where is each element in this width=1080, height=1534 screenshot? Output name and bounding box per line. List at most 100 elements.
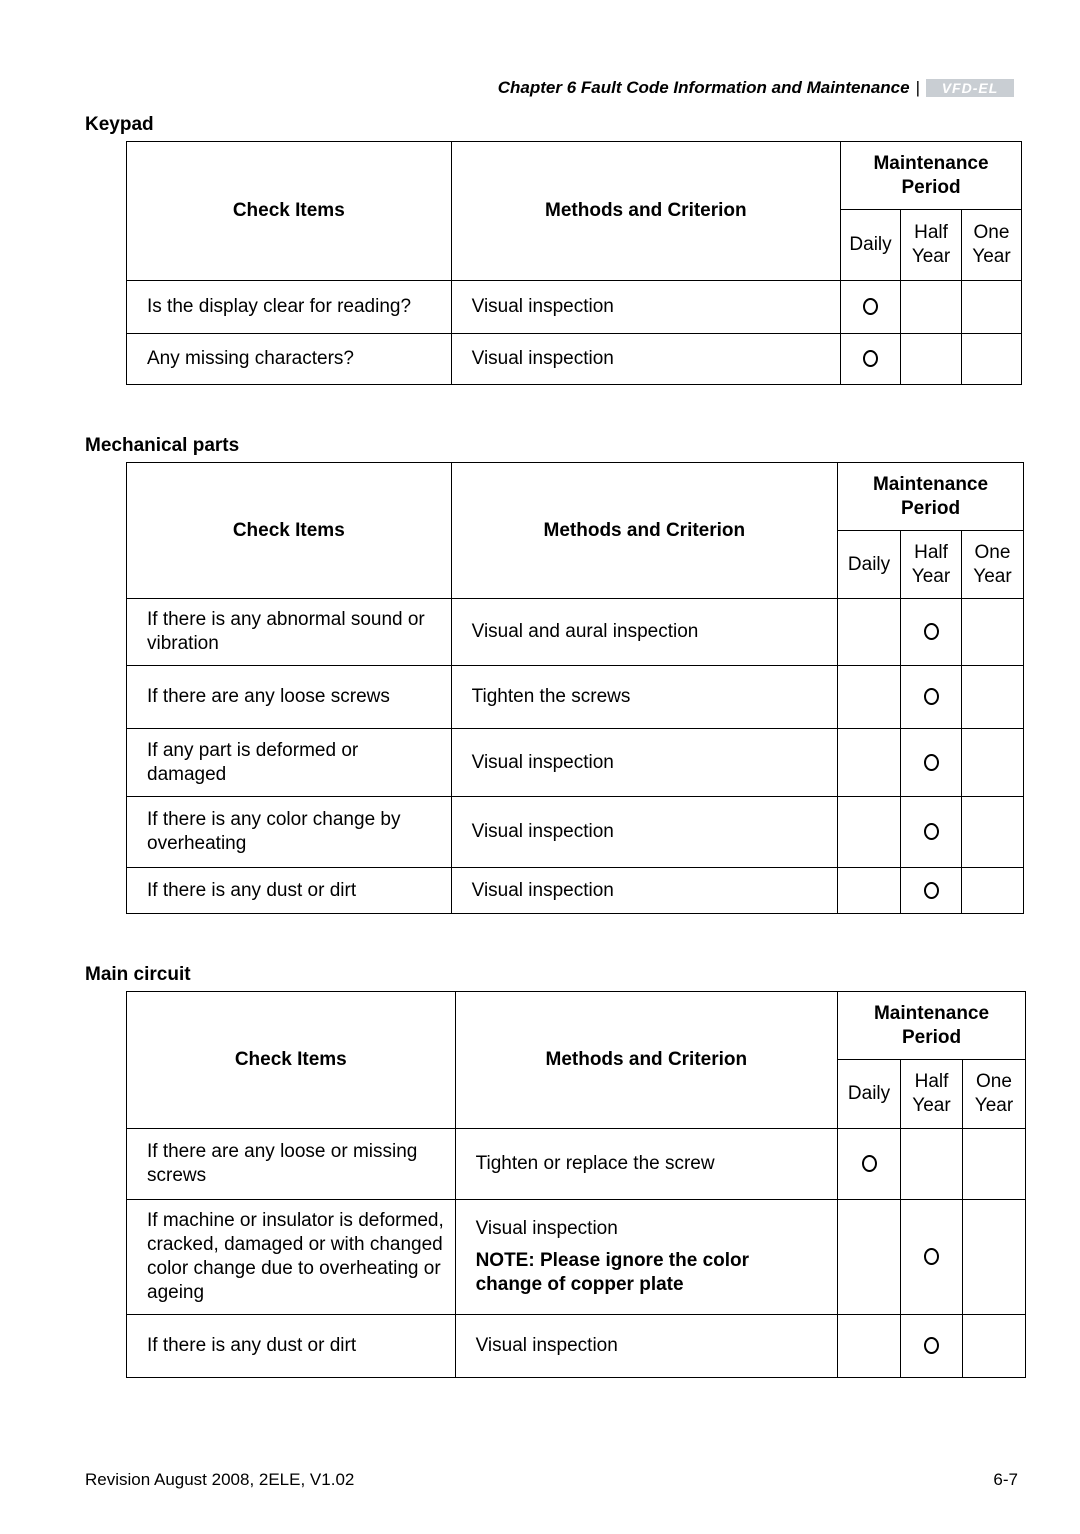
column-header-maintenance-period: Maintenance Period: [837, 462, 1024, 531]
method-text: Tighten the screws: [471, 686, 631, 707]
section-title-mechanical-parts: Mechanical parts: [85, 435, 240, 456]
period-half-year-cell: [900, 1314, 963, 1378]
period-half-year-cell: [900, 1199, 963, 1315]
period-half-year-cell: [900, 333, 962, 385]
period-daily-cell: [840, 280, 902, 334]
section-title-main-circuit: Main circuit: [85, 964, 191, 985]
header-row: Check Items Methods and Criterion Maintena…: [126, 141, 1022, 281]
method-cell: Tighten or replace the screw: [454, 1128, 839, 1200]
period-daily-cell: [840, 333, 902, 385]
period-daily-cell: [837, 1128, 902, 1200]
period-half-year-cell: [900, 1128, 963, 1200]
header-row: Check Items Methods and Criterion Maintena…: [126, 462, 1024, 599]
column-header-methods: Methods and Criterion: [450, 141, 842, 281]
column-header-half-year: Half Year: [900, 209, 962, 281]
column-header-daily: Daily: [840, 209, 902, 281]
header-row: Check Items Methods and Criterion Maintena…: [126, 991, 1026, 1129]
circle-mark-icon: [863, 350, 879, 368]
column-header-methods: Methods and Criterion: [454, 991, 839, 1129]
method-text: Visual inspection: [471, 821, 614, 842]
table-row: If there are any loose screws Tighten the…: [126, 665, 1025, 729]
circle-mark-icon: [924, 1248, 939, 1266]
period-one-year-cell: [960, 728, 1025, 797]
revision-text: Revision August 2008, 2ELE, V1.02: [85, 1470, 355, 1489]
circle-mark-icon: [923, 823, 939, 841]
column-header-one-year: One Year: [961, 1059, 1027, 1129]
period-one-year-cell: [960, 665, 1025, 729]
period-one-year-cell: [961, 1314, 1027, 1378]
method-text: Visual inspection: [471, 751, 614, 773]
vfd-el-logo: VFD-EL: [926, 79, 1014, 97]
period-daily-cell: [837, 1199, 902, 1315]
column-header-maintenance-period: Maintenance Period: [840, 141, 1022, 210]
period-half-year-cell: [900, 598, 962, 666]
header-separator: |: [915, 78, 920, 97]
method-note: NOTE: Please ignore the color change of …: [475, 1250, 750, 1295]
period-one-year-cell: [961, 1128, 1027, 1200]
period-one-year-cell: [961, 333, 1022, 385]
method-text: Visual and aural inspection: [471, 621, 699, 642]
period-one-year-cell: [960, 598, 1025, 666]
column-header-maintenance-period: Maintenance Period: [837, 991, 1026, 1060]
check-item: If there is any color change by overheat…: [126, 796, 452, 868]
table-row: If there is any color change by overheat…: [126, 796, 1025, 868]
column-header-check-items: Check Items: [126, 462, 452, 599]
period-daily-cell: [837, 1314, 902, 1378]
method-cell: Tighten the screws: [450, 665, 839, 729]
circle-mark-icon: [861, 1155, 877, 1173]
check-item: If there is any dust or dirt: [126, 867, 452, 914]
method-cell: Visual inspection: [450, 280, 842, 334]
keypad-table: Check Items Methods and Criterion Maintena…: [126, 141, 1022, 385]
chapter-title: Chapter 6 Fault Code Information and Mai…: [497, 78, 910, 97]
mechanical-parts-table: Check Items Methods and Criterion Maintena…: [126, 462, 1025, 914]
method-cell: Visual inspection: [454, 1314, 839, 1378]
check-item: If there are any loose screws: [126, 665, 452, 729]
circle-mark-icon: [923, 753, 939, 771]
table-row: If any part is deformed or damaged Visual…: [126, 728, 1025, 797]
method-cell: Visual inspection NOTE: Please ignore the…: [454, 1199, 839, 1315]
circle-mark-icon: [863, 298, 879, 316]
check-item: If any part is deformed or damaged: [126, 728, 452, 797]
check-item: Is the display clear for reading?: [126, 280, 452, 334]
check-item: Any missing characters?: [126, 333, 452, 385]
period-half-year-cell: [900, 280, 962, 334]
method-cell: Visual inspection: [450, 333, 842, 385]
column-header-check-items: Check Items: [126, 991, 456, 1129]
period-one-year-cell: [961, 280, 1022, 334]
table-row: If there is any abnormal sound or vibrat…: [126, 598, 1025, 666]
period-half-year-cell: [900, 728, 962, 797]
method-text: Visual inspection: [475, 1335, 618, 1356]
section-title-keypad: Keypad: [85, 114, 154, 135]
table-row: If there is any dust or dirt Visual inspe…: [126, 867, 1025, 914]
table-row: If there is any dust or dirt Visual inspe…: [126, 1314, 1027, 1378]
circle-mark-icon: [923, 881, 939, 899]
method-cell: Visual and aural inspection: [450, 598, 839, 666]
table-row: Any missing characters? Visual inspection: [126, 333, 1022, 385]
period-one-year-cell: [960, 867, 1025, 914]
period-one-year-cell: [961, 1199, 1027, 1315]
column-header-one-year: One Year: [961, 209, 1022, 281]
check-item: If there are any loose or missing screws: [126, 1128, 456, 1200]
column-header-daily: Daily: [837, 530, 902, 599]
period-one-year-cell: [960, 796, 1025, 868]
column-header-check-items: Check Items: [126, 141, 452, 281]
period-half-year-cell: [900, 665, 962, 729]
method-text: Visual inspection: [475, 1218, 618, 1239]
table-row: Is the display clear for reading? Visual …: [126, 280, 1022, 334]
method-text: Tighten or replace the screw: [475, 1153, 715, 1174]
column-header-half-year: Half Year: [900, 1059, 963, 1129]
period-daily-cell: [837, 665, 902, 729]
check-item: If there is any dust or dirt: [126, 1314, 456, 1378]
period-daily-cell: [837, 796, 902, 868]
column-header-half-year: Half Year: [900, 530, 962, 599]
page-number: 6-7: [993, 1470, 1018, 1489]
table-row: If machine or insulator is deformed, cra…: [126, 1199, 1027, 1315]
period-daily-cell: [837, 728, 902, 797]
method-cell: Visual inspection: [450, 728, 839, 797]
column-header-methods: Methods and Criterion: [450, 462, 839, 599]
column-header-daily: Daily: [837, 1059, 902, 1129]
page-header: Chapter 6 Fault Code Information and Mai…: [498, 78, 1014, 98]
column-header-one-year: One Year: [960, 530, 1025, 599]
method-cell: Visual inspection: [450, 867, 839, 914]
table-row: If there are any loose or missing screws…: [126, 1128, 1027, 1200]
